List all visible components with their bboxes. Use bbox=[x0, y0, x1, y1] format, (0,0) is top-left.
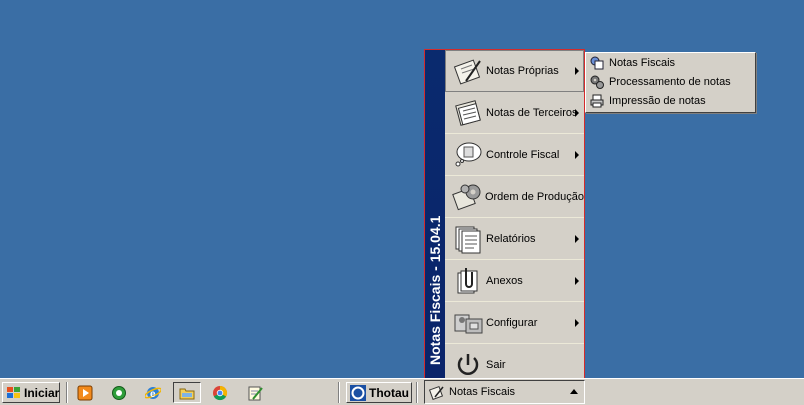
menu-item-label: Configurar bbox=[486, 316, 538, 329]
notes-pen-icon bbox=[429, 384, 445, 400]
media-player-icon[interactable] bbox=[74, 382, 96, 403]
notas-fiscais-taskbar-button[interactable]: Notas Fiscais bbox=[424, 380, 585, 404]
menu-item-label: Sair bbox=[486, 358, 506, 371]
menu-item-configurar[interactable]: Configurar bbox=[445, 302, 584, 344]
menu-item-ordem-de-producao[interactable]: Ordem de Produção bbox=[445, 176, 584, 218]
menu-item-label: Controle Fiscal bbox=[486, 148, 560, 161]
submenu-item-processamento-de-notas[interactable]: Processamento de notas bbox=[586, 72, 755, 91]
windows-logo-icon bbox=[6, 386, 22, 400]
taskbar: Iniciar e Thotau Notas Fiscais bbox=[0, 378, 804, 405]
production-gears-icon bbox=[450, 179, 485, 215]
thotau-label: Thotau bbox=[369, 385, 409, 400]
submenu-arrow-icon bbox=[575, 66, 579, 75]
submenu-arrow-icon bbox=[575, 150, 579, 159]
taskbar-separator bbox=[338, 382, 340, 403]
taskbar-separator bbox=[66, 382, 68, 403]
start-button-label: Iniciar bbox=[24, 385, 60, 400]
submenu-item-label: Impressão de notas bbox=[609, 94, 706, 107]
notepad-icon[interactable] bbox=[244, 382, 266, 403]
submenu-arrow-icon bbox=[575, 108, 579, 117]
submenu-item-notas-fiscais[interactable]: Notas Fiscais bbox=[586, 53, 755, 72]
network-tool-icon[interactable] bbox=[108, 382, 130, 403]
thotau-logo-icon bbox=[350, 384, 366, 401]
menu-item-label: Relatórios bbox=[486, 232, 536, 245]
submenu-arrow-icon bbox=[575, 234, 579, 243]
file-explorer-icon[interactable] bbox=[173, 382, 201, 403]
start-button[interactable]: Iniciar bbox=[2, 382, 60, 403]
menu-side-title: Notas Fiscais - 15.04.1 bbox=[427, 215, 443, 365]
printer-icon bbox=[589, 93, 605, 109]
svg-text:e: e bbox=[150, 389, 156, 400]
thotau-button[interactable]: Thotau bbox=[346, 382, 412, 403]
notes-small-icon bbox=[589, 55, 605, 71]
expand-up-icon[interactable] bbox=[570, 389, 578, 394]
menu-item-notas-de-terceiros[interactable]: Notas de Terceiros bbox=[445, 92, 584, 134]
submenu-item-impressao-de-notas[interactable]: Impressão de notas bbox=[586, 91, 755, 110]
submenu-arrow-icon bbox=[575, 276, 579, 285]
menu-item-controle-fiscal[interactable]: Controle Fiscal bbox=[445, 134, 584, 176]
reports-icon bbox=[450, 221, 486, 257]
submenu-item-label: Notas Fiscais bbox=[609, 56, 676, 69]
internet-explorer-icon[interactable]: e bbox=[142, 382, 164, 403]
menu-item-label: Anexos bbox=[486, 274, 523, 287]
submenu-item-label: Processamento de notas bbox=[609, 75, 731, 88]
attachment-clip-icon bbox=[450, 263, 486, 299]
notas-fiscais-taskbar-label: Notas Fiscais bbox=[449, 386, 516, 398]
menu-item-label: Notas de Terceiros bbox=[486, 106, 578, 119]
chrome-icon[interactable] bbox=[209, 382, 231, 403]
notas-fiscais-menu: Notas Fiscais - 15.04.1 Notas Próprias N… bbox=[424, 49, 585, 380]
menu-item-label: Notas Próprias bbox=[486, 64, 559, 77]
menu-side-band: Notas Fiscais - 15.04.1 bbox=[425, 50, 445, 379]
menu-item-notas-proprias[interactable]: Notas Próprias bbox=[445, 50, 584, 92]
menu-item-anexos[interactable]: Anexos bbox=[445, 260, 584, 302]
menu-item-relatorios[interactable]: Relatórios bbox=[445, 218, 584, 260]
configure-icon bbox=[450, 305, 486, 341]
gears-small-icon bbox=[589, 74, 605, 90]
taskbar-separator bbox=[416, 382, 418, 403]
notes-pen-icon bbox=[450, 53, 486, 89]
thought-bubble-icon bbox=[450, 137, 486, 173]
document-stack-icon bbox=[450, 95, 486, 131]
menu-item-label: Ordem de Produção bbox=[484, 190, 584, 203]
submenu-arrow-icon bbox=[575, 318, 579, 327]
notas-proprias-submenu: Notas Fiscais Processamento de notas Imp… bbox=[585, 52, 756, 113]
